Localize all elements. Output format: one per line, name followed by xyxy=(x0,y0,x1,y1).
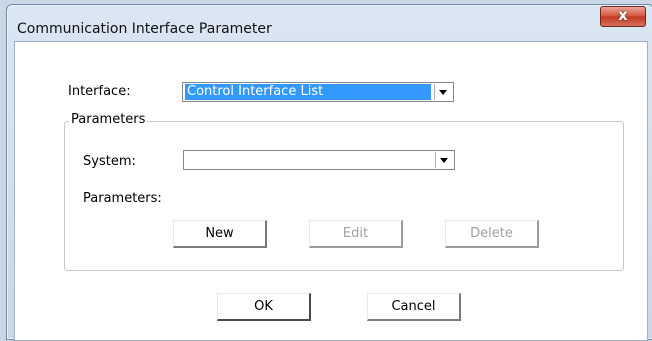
system-dropdown[interactable] xyxy=(183,150,455,170)
dialog-window: Communication Interface Parameter x Inte… xyxy=(6,4,652,341)
window-title: Communication Interface Parameter xyxy=(17,21,272,37)
new-button[interactable]: New xyxy=(173,220,267,248)
system-value xyxy=(186,152,432,168)
ok-button[interactable]: OK xyxy=(217,293,311,321)
title-bar[interactable]: Communication Interface Parameter x xyxy=(7,5,652,41)
dialog-content: Interface: Control Interface List Parame… xyxy=(14,41,648,341)
interface-label: Interface: xyxy=(68,84,131,99)
chevron-down-icon[interactable] xyxy=(434,84,452,100)
cancel-button[interactable]: Cancel xyxy=(367,293,461,321)
parameters-label: Parameters: xyxy=(83,191,162,206)
chevron-down-icon[interactable] xyxy=(435,152,453,168)
edit-button[interactable]: Edit xyxy=(309,220,403,248)
close-button[interactable]: x xyxy=(600,6,646,27)
system-label: System: xyxy=(83,154,136,169)
parameters-group-title: Parameters xyxy=(69,112,148,127)
interface-dropdown[interactable]: Control Interface List xyxy=(182,82,454,102)
close-icon: x xyxy=(618,6,628,24)
interface-value: Control Interface List xyxy=(185,84,431,100)
delete-button[interactable]: Delete xyxy=(445,220,539,248)
